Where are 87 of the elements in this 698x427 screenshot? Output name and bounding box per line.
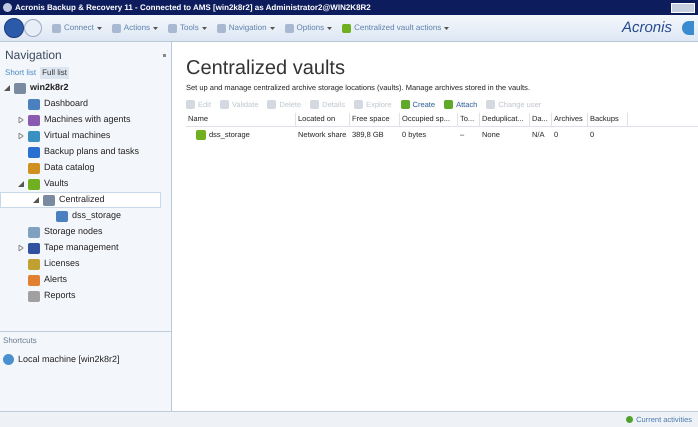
- tree-item[interactable]: dss_storage: [0, 208, 161, 224]
- tree-item[interactable]: Reports: [0, 288, 161, 304]
- dropdown-arrow-icon: [444, 26, 450, 30]
- node-icon: [14, 82, 26, 94]
- node-icon: [28, 290, 40, 302]
- action-icon: [486, 100, 496, 109]
- action-icon: [220, 100, 229, 109]
- node-icon: [28, 114, 40, 126]
- activity-icon: [626, 416, 634, 423]
- tree-item[interactable]: Machines with agents: [0, 112, 161, 128]
- node-icon: [28, 98, 40, 110]
- view-link[interactable]: Full list: [40, 67, 70, 79]
- tree-item[interactable]: Virtual machines: [0, 128, 161, 144]
- menu-button[interactable]: Connect: [52, 22, 102, 34]
- menu-icon: [342, 24, 352, 32]
- tree-label: Virtual machines: [44, 129, 110, 142]
- node-icon: [28, 178, 40, 190]
- dropdown-arrow-icon: [96, 26, 102, 30]
- node-icon: [28, 162, 40, 174]
- dropdown-arrow-icon: [270, 26, 275, 30]
- tree-label: Backup plans and tasks: [44, 145, 140, 158]
- expanded-arrow-icon[interactable]: [4, 85, 10, 91]
- tree-label: Vaults: [44, 177, 68, 190]
- collapse-icon[interactable]: [163, 54, 166, 56]
- node-icon: [43, 194, 55, 206]
- vault-icon: [196, 130, 206, 140]
- menu-icon: [168, 24, 178, 32]
- tree-item[interactable]: Vaults: [0, 176, 161, 192]
- dropdown-arrow-icon: [153, 26, 158, 30]
- action-icon: [310, 100, 320, 109]
- node-icon: [28, 274, 40, 286]
- node-icon: [28, 226, 40, 238]
- tree-item[interactable]: Data catalog: [0, 160, 161, 176]
- tree-label: dss_storage: [72, 209, 122, 222]
- menu-button[interactable]: Navigation: [216, 22, 275, 34]
- window-controls-icon[interactable]: [671, 2, 695, 12]
- node-icon: [28, 146, 40, 158]
- tree-label: Centralized: [59, 193, 105, 206]
- action-icon: [400, 100, 410, 109]
- action-icon: [267, 100, 276, 109]
- tree-item[interactable]: Alerts: [0, 272, 161, 288]
- pane-title: Navigation: [5, 47, 62, 64]
- expanded-arrow-icon[interactable]: [18, 181, 24, 187]
- tree-label: Dashboard: [44, 97, 88, 110]
- node-icon: [28, 242, 40, 254]
- help-icon[interactable]: [682, 21, 694, 35]
- app-icon: [3, 3, 12, 12]
- shortcut-item[interactable]: Local machine [win2k8r2]: [3, 353, 168, 366]
- node-icon: [56, 210, 68, 222]
- tree-item[interactable]: Tape management: [0, 240, 161, 256]
- tree-item[interactable]: Licenses: [0, 256, 161, 272]
- tree-label: Storage nodes: [44, 225, 103, 238]
- tree-item[interactable]: Centralized: [0, 192, 161, 208]
- tree-label: Machines with agents: [44, 113, 131, 126]
- action-icon: [186, 100, 195, 109]
- back-button[interactable]: [4, 18, 24, 38]
- page-title: Centralized vaults: [186, 56, 346, 80]
- brand-logo: Acronis: [622, 18, 672, 38]
- tree-label: Alerts: [44, 273, 68, 286]
- collapsed-arrow-icon[interactable]: [18, 117, 24, 123]
- tree-item[interactable]: Backup plans and tasks: [0, 144, 161, 160]
- window-title: Acronis Backup & Recovery 11 - Connected to AMS [win2k8r2] as Administrator2@WIN2K8R2: [15, 2, 371, 14]
- globe-icon: [3, 354, 14, 366]
- shortcuts-title: Shortcuts: [3, 335, 38, 347]
- node-icon: [28, 130, 40, 142]
- action-icon: [444, 100, 454, 109]
- collapsed-arrow-icon[interactable]: [18, 133, 24, 139]
- menu-icon: [216, 24, 226, 32]
- menu-button[interactable]: Actions: [112, 22, 158, 34]
- tree-item[interactable]: Storage nodes: [0, 224, 161, 240]
- expanded-arrow-icon[interactable]: [33, 197, 39, 203]
- dropdown-arrow-icon: [202, 26, 207, 30]
- action-icon: [354, 100, 364, 109]
- tree-label: Data catalog: [44, 161, 95, 174]
- menu-button[interactable]: Centralized vault actions: [342, 22, 450, 34]
- collapsed-arrow-icon[interactable]: [18, 245, 24, 251]
- tree-label: Reports: [44, 289, 76, 302]
- tree-label: Tape management: [44, 241, 119, 254]
- tree-label: win2k8r2: [30, 81, 69, 94]
- node-icon: [28, 258, 40, 270]
- dropdown-arrow-icon: [327, 26, 332, 30]
- tree-label: Licenses: [44, 257, 80, 270]
- menu-icon: [284, 24, 294, 32]
- tree-item[interactable]: Dashboard: [0, 96, 161, 112]
- tree-item[interactable]: win2k8r2: [0, 80, 161, 96]
- menu-icon: [52, 24, 61, 32]
- menu-icon: [112, 24, 121, 32]
